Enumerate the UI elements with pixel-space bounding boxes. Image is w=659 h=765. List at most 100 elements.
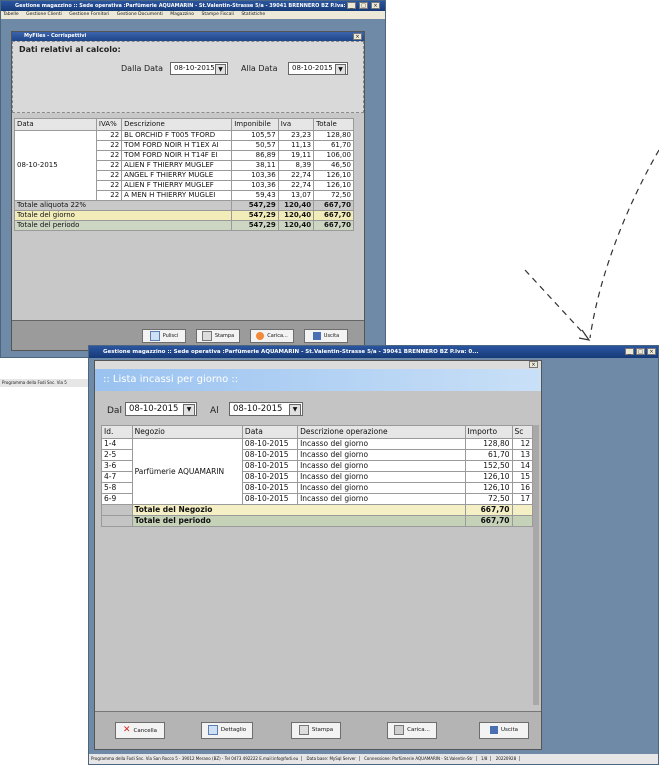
id-cell: 2-5 xyxy=(101,449,133,461)
cancella-label: Cancella xyxy=(133,728,158,734)
total-iva: 120,40 xyxy=(277,210,315,221)
pulisci-button[interactable]: Pulisci xyxy=(142,329,186,343)
printer-icon xyxy=(298,724,309,735)
iva-amt-cell: 22,74 xyxy=(277,180,315,191)
table-row[interactable]: 1-4 Parfümerie AQUAMARIN 08-10-2015 Inca… xyxy=(101,438,534,505)
col-sc[interactable]: Sc xyxy=(511,425,534,439)
total-iva: 120,40 xyxy=(277,220,315,231)
app-title-bar: Gestione magazzino :: Sede operativa :Pa… xyxy=(1,1,385,11)
date-cell: 08-10-2015 xyxy=(241,471,299,483)
id-cell: 1-4 xyxy=(101,438,133,450)
total-label: Totale del periodo xyxy=(13,220,233,231)
vertical-scrollbar[interactable] xyxy=(533,425,539,705)
id-cell: 6-9 xyxy=(101,493,133,505)
status-connection: Connessione: Parfümerie AQUAMARIN - St.V… xyxy=(364,756,477,761)
menu-clienti[interactable]: Gestione Clienti xyxy=(26,12,62,17)
sc-cell: 17 xyxy=(511,493,534,505)
dettaglio-button[interactable]: Dettaglio xyxy=(201,722,253,739)
page-header: :: Lista incassi per giorno :: xyxy=(95,369,541,391)
maximize-button[interactable]: □ xyxy=(359,2,368,9)
menu-bar: Tabelle Gestione Clienti Gestione Fornit… xyxy=(1,11,385,19)
total-store-row: Totale del Negozio 667,70 xyxy=(101,504,534,516)
uscita-label: Uscita xyxy=(501,727,518,733)
menu-stampe-fiscali[interactable]: Stampe Fiscali xyxy=(201,12,233,17)
to-date-combo[interactable]: 08-10-2015 ▼ xyxy=(288,62,348,75)
iva-amt-cell: 19,11 xyxy=(277,150,315,161)
col-iva-pct[interactable]: IVA% xyxy=(95,118,123,131)
iva-amt-cell: 23,23 xyxy=(277,130,315,141)
stampa-label: Stampa xyxy=(311,727,334,733)
desc-cell: Incasso del giorno xyxy=(297,460,466,472)
uscita-button[interactable]: Uscita xyxy=(304,329,348,343)
desc-cell: TOM FORD NOIR H T14F EI xyxy=(121,150,233,161)
menu-fornitori[interactable]: Gestione Fornitori xyxy=(69,12,109,17)
chevron-down-icon[interactable]: ▼ xyxy=(183,404,195,416)
imp-cell: 105,57 xyxy=(231,130,279,141)
chevron-down-icon[interactable]: ▼ xyxy=(289,404,301,416)
close-button[interactable]: × xyxy=(371,2,380,9)
total-iva: 120,40 xyxy=(277,200,315,211)
stampa-button[interactable]: Stampa xyxy=(196,329,240,343)
minimize-button[interactable]: _ xyxy=(347,2,356,9)
total-tot: 667,70 xyxy=(313,220,354,231)
menu-magazzino[interactable]: Magazzino xyxy=(170,12,194,17)
iva-cell: 22 xyxy=(95,150,123,161)
printer-icon xyxy=(201,330,212,341)
menu-documenti[interactable]: Gestione Documenti xyxy=(117,12,163,17)
al-label: Al xyxy=(210,406,219,416)
col-imponibile[interactable]: Imponibile xyxy=(231,118,279,131)
from-date-combo[interactable]: 08-10-2015 ▼ xyxy=(170,62,228,75)
minimize-button[interactable]: _ xyxy=(625,348,634,355)
dal-date-combo[interactable]: 08-10-2015 ▼ xyxy=(125,402,197,416)
iva-cell: 22 xyxy=(95,170,123,181)
iva-amt-cell: 8,39 xyxy=(277,160,315,171)
col-id[interactable]: Id. xyxy=(101,425,133,439)
app-title-bar: Gestione magazzino :: Sede operativa :Pa… xyxy=(89,346,658,358)
col-data[interactable]: Data xyxy=(241,425,299,439)
front-button-bar: ✕ Cancella Dettaglio Stampa Carica... Usc… xyxy=(95,711,541,749)
id-cell: 4-7 xyxy=(101,471,133,483)
col-descrizione[interactable]: Descrizione xyxy=(121,118,233,131)
col-totale[interactable]: Totale xyxy=(313,118,354,131)
carica-label: Carica... xyxy=(407,727,430,733)
status-program: Programma della Fodi Snc. Via San Rocco … xyxy=(91,756,303,761)
chevron-down-icon[interactable]: ▼ xyxy=(215,64,226,75)
al-date-combo[interactable]: 08-10-2015 ▼ xyxy=(229,402,303,416)
col-negozio[interactable]: Negozio xyxy=(131,425,243,439)
status-date: 20220928 xyxy=(495,756,521,761)
section-label: Dati relativi al calcolo: xyxy=(19,45,121,54)
iva-amt-cell: 13,07 xyxy=(277,190,315,201)
total-imp: 547,29 xyxy=(231,220,279,231)
tot-cell: 106,00 xyxy=(313,150,354,161)
uscita-button[interactable]: Uscita xyxy=(479,722,529,739)
child-close-button[interactable]: × xyxy=(529,361,538,368)
date-cell: 08-10-2015 xyxy=(241,460,299,472)
date-cell: 08-10-2015 xyxy=(241,449,299,461)
carica-button[interactable]: Carica... xyxy=(250,329,294,343)
amount-cell: 61,70 xyxy=(464,449,513,461)
total-period-label: Totale del periodo xyxy=(131,515,466,527)
chevron-down-icon[interactable]: ▼ xyxy=(335,64,346,75)
col-iva[interactable]: Iva xyxy=(277,118,315,131)
child-close-button[interactable]: × xyxy=(353,33,362,40)
table-row[interactable]: 08-10-2015 22 BL ORCHID F T005 TFORD 105… xyxy=(14,130,354,201)
tot-cell: 126,10 xyxy=(313,170,354,181)
menu-statistiche[interactable]: Statistiche xyxy=(241,12,265,17)
carica-button[interactable]: Carica... xyxy=(387,722,437,739)
desc-cell: ALIEN F THIERRY MUGLEF xyxy=(121,180,233,191)
menu-tabelle[interactable]: Tabelle xyxy=(3,12,19,17)
close-button[interactable]: × xyxy=(647,348,656,355)
col-data[interactable]: Data xyxy=(14,118,97,131)
col-descrizione[interactable]: Descrizione operazione xyxy=(297,425,466,439)
arrowhead xyxy=(578,329,591,341)
id-cell: 5-8 xyxy=(101,482,133,494)
col-importo[interactable]: Importo xyxy=(464,425,513,439)
cancella-button[interactable]: ✕ Cancella xyxy=(115,722,165,739)
maximize-button[interactable]: □ xyxy=(636,348,645,355)
iva-amt-cell: 11,13 xyxy=(277,140,315,151)
total-store-value: 667,70 xyxy=(464,504,513,516)
amount-cell: 72,50 xyxy=(464,493,513,505)
arrow-curve-right xyxy=(589,149,659,339)
desc-cell: Incasso del giorno xyxy=(297,449,466,461)
stampa-button[interactable]: Stampa xyxy=(291,722,341,739)
